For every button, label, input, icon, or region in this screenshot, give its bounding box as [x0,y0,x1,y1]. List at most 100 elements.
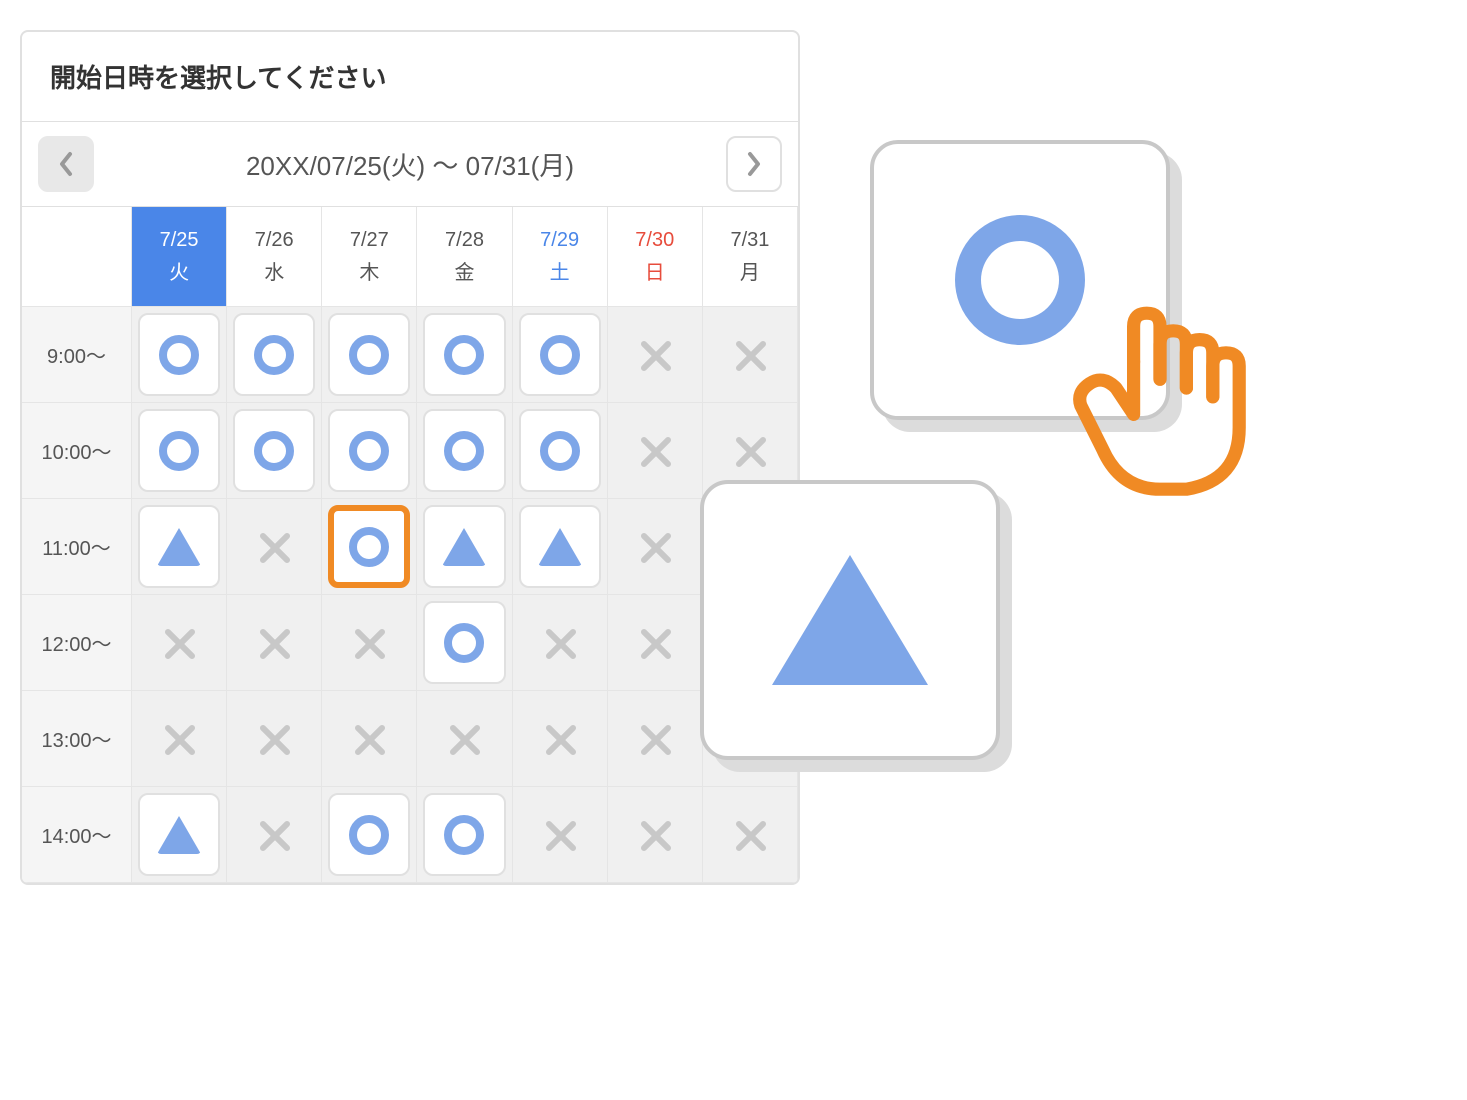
slot-available[interactable] [132,499,227,595]
slot-unavailable [608,499,703,595]
slot-tile[interactable] [328,505,410,588]
slot-tile[interactable] [138,793,220,876]
unavailable-x-icon [638,818,672,852]
available-circle-icon [254,431,294,471]
available-circle-icon [349,335,389,375]
header-day: 金 [454,256,474,285]
slot-tile[interactable] [519,313,601,396]
header-date: 7/27 [350,229,389,252]
available-circle-icon [159,335,199,375]
slot-available[interactable] [417,595,512,691]
slot-available[interactable] [132,403,227,499]
available-circle-icon [444,623,484,663]
slot-tile[interactable] [423,793,505,876]
unavailable-x-icon [257,722,291,756]
header-day: 土 [550,256,570,285]
slot-available[interactable] [417,499,512,595]
slot-available[interactable] [132,787,227,883]
slot-available[interactable] [322,499,417,595]
slot-tile[interactable] [423,409,505,492]
slot-tile[interactable] [519,505,601,588]
unavailable-x-icon [733,338,767,372]
slot-tile[interactable] [138,505,220,588]
unavailable-x-icon [352,626,386,660]
day-header[interactable]: 7/31月 [703,207,798,307]
header-date: 7/25 [160,229,199,252]
page-title: 開始日時を選択してください [22,32,798,122]
day-header[interactable]: 7/26 水 [227,207,322,307]
slot-tile[interactable] [519,409,601,492]
limited-triangle-icon [157,816,201,854]
slot-available[interactable] [132,307,227,403]
slot-unavailable [227,691,322,787]
date-range-label: 20XX/07/25(火) ～ 07/31(月) [108,146,712,183]
header-day: 火 [169,256,189,285]
slot-available[interactable] [417,403,512,499]
available-circle-icon [540,335,580,375]
slot-available[interactable] [513,499,608,595]
limited-triangle-icon [538,528,582,566]
slot-available[interactable] [417,787,512,883]
slot-available[interactable] [322,307,417,403]
slot-tile[interactable] [423,313,505,396]
prev-week-button[interactable] [38,136,94,192]
day-header[interactable]: 7/25 火 [132,207,227,307]
slot-tile[interactable] [423,601,505,684]
available-circle-icon [540,431,580,471]
slot-tile[interactable] [233,409,315,492]
slot-available[interactable] [513,307,608,403]
unavailable-x-icon [733,434,767,468]
day-header[interactable]: 7/29 土 [513,207,608,307]
unavailable-x-icon [447,722,481,756]
slot-available[interactable] [322,403,417,499]
slot-available[interactable] [513,403,608,499]
availability-grid: 7/25 火 7/26 水 7/27木7/28金 7/29 土 7/30日7/31月 9:00～… [22,207,798,883]
available-circle-icon [254,335,294,375]
next-week-button[interactable] [726,136,782,192]
day-header[interactable]: 7/30日 [608,207,703,307]
chevron-left-icon [56,150,76,178]
slot-unavailable [417,691,512,787]
slot-available[interactable] [227,403,322,499]
slot-unavailable [513,595,608,691]
available-circle-icon [444,431,484,471]
header-date: 7/26 [255,229,294,252]
unavailable-x-icon [543,722,577,756]
slot-tile[interactable] [138,313,220,396]
available-circle-icon [349,431,389,471]
header-day: 水 [264,256,284,285]
slot-tile[interactable] [233,313,315,396]
unavailable-x-icon [162,722,196,756]
slot-tile[interactable] [328,793,410,876]
available-circle-icon [349,815,389,855]
slot-available[interactable] [417,307,512,403]
limited-triangle-icon [772,555,928,685]
unavailable-x-icon [638,434,672,468]
header-date: 7/30 [635,229,674,252]
day-header[interactable]: 7/28金 [417,207,512,307]
slot-unavailable [608,595,703,691]
day-header[interactable]: 7/27木 [322,207,417,307]
time-label: 9:00～ [22,307,132,403]
available-circle-icon [349,527,389,567]
available-circle-icon [444,815,484,855]
slot-tile[interactable] [328,313,410,396]
slot-tile[interactable] [423,505,505,588]
unavailable-x-icon [257,626,291,660]
time-label: 12:00～ [22,595,132,691]
slot-available[interactable] [227,307,322,403]
time-label: 14:00～ [22,787,132,883]
slot-tile[interactable] [138,409,220,492]
slot-available[interactable] [322,787,417,883]
header-date: 7/31 [730,229,769,252]
calendar-panel: 開始日時を選択してください 20XX/07/25(火) ～ 07/31(月) 7… [20,30,800,885]
slot-unavailable [322,595,417,691]
legend-limited-card [700,480,1000,760]
slot-unavailable [132,691,227,787]
header-date: 7/29 [540,229,579,252]
slot-unavailable [322,691,417,787]
slot-unavailable [703,307,798,403]
unavailable-x-icon [638,626,672,660]
slot-tile[interactable] [328,409,410,492]
time-label: 13:00～ [22,691,132,787]
